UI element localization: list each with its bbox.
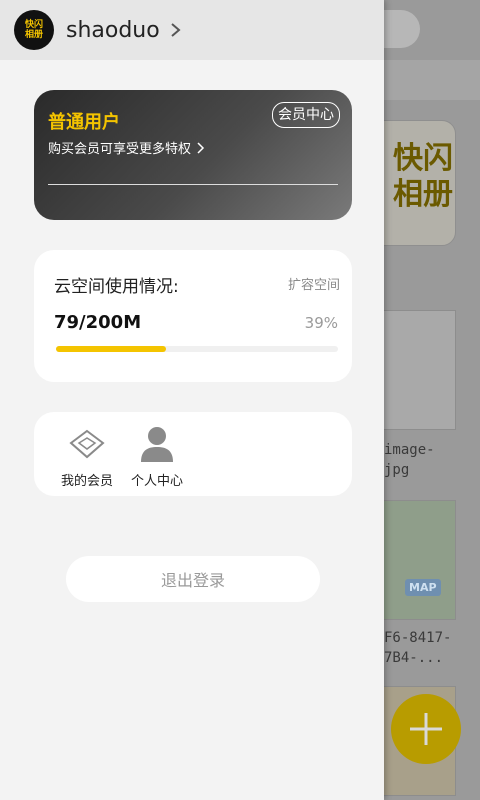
member-card[interactable]: 普通用户 购买会员可享受更多特权 会员中心 <box>34 90 352 220</box>
storage-amount: 79/200M <box>54 312 142 333</box>
user-icon <box>137 424 177 464</box>
shortcut-label: 我的会员 <box>60 474 113 489</box>
add-fab-button[interactable] <box>391 694 461 764</box>
personal-center-button[interactable]: 个人中心 <box>124 424 190 489</box>
storage-progress-bar <box>56 346 338 352</box>
member-center-button[interactable]: 会员中心 <box>272 102 340 128</box>
background-file-label: F6-8417- 7B4-... <box>384 630 452 666</box>
background-header <box>384 60 480 100</box>
member-level-title: 普通用户 <box>48 112 120 133</box>
expand-storage-link[interactable]: 扩容空间 <box>288 274 340 293</box>
storage-title: 云空间使用情况: <box>54 277 179 297</box>
app-logo: 快闪 相册 <box>14 10 54 50</box>
logout-button[interactable]: 退出登录 <box>66 556 320 602</box>
background-album-logo: 快闪相册 <box>393 141 453 212</box>
storage-usage-card: 云空间使用情况: 扩容空间 79/200M 39% <box>34 250 352 382</box>
plus-icon <box>410 713 442 745</box>
username[interactable]: shaoduo <box>66 18 160 43</box>
member-promo-link[interactable]: 购买会员可享受更多特权 <box>48 138 205 157</box>
side-drawer: 快闪 相册 shaoduo 普通用户 购买会员可享受更多特权 会员中心 云空间使用… <box>0 0 384 800</box>
my-membership-button[interactable]: 我的会员 <box>54 424 120 489</box>
drawer-header[interactable]: 快闪 相册 shaoduo <box>0 0 384 60</box>
diamond-icon <box>67 424 107 464</box>
shortcut-label: 个人中心 <box>130 474 183 489</box>
chevron-right-icon[interactable] <box>170 22 182 38</box>
map-badge: MAP <box>405 579 441 596</box>
storage-progress-fill <box>56 346 166 352</box>
shortcut-card: 我的会员 个人中心 <box>34 412 352 496</box>
background-file-label: image- jpg <box>384 442 435 478</box>
storage-percent: 39% <box>304 314 338 332</box>
divider <box>48 184 338 185</box>
chevron-right-icon <box>197 141 205 154</box>
